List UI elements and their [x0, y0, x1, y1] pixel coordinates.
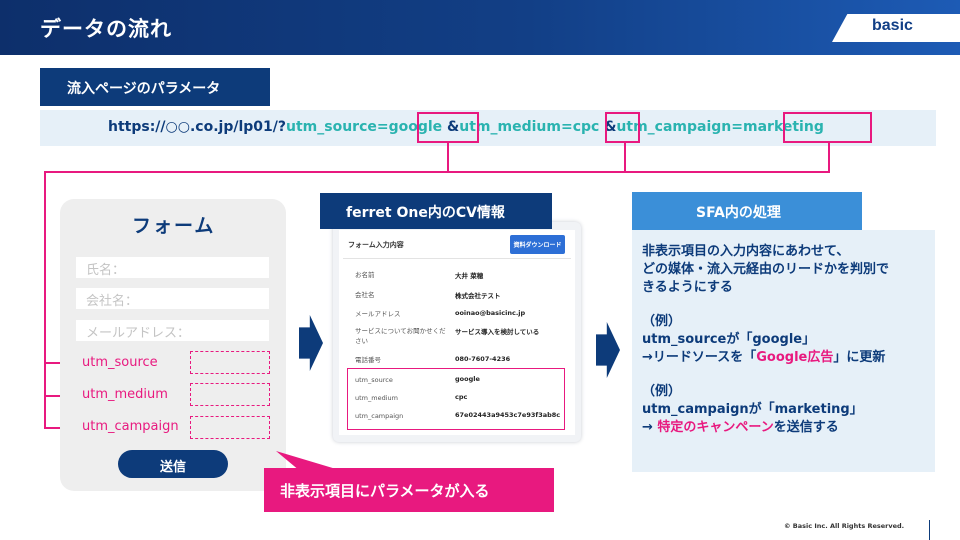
example-result-post: を送信する [773, 420, 839, 435]
field-label: サービスについてお聞かせください [355, 327, 446, 345]
sfa-description-line: きるようにする [642, 280, 733, 295]
highlight-source-value [417, 112, 479, 143]
sfa-description-line: 非表示項目の入力内容にあわせて、 [642, 244, 850, 259]
utm-field-label: utm_medium [355, 394, 398, 402]
ferret-screen-title: フォーム入力内容 [348, 241, 404, 249]
field-value: ooinao@basicinc.jp [455, 309, 526, 317]
highlight-medium-value [605, 112, 640, 143]
utm-field-value: google [455, 375, 480, 383]
utm-campaign-hidden-field[interactable] [190, 416, 270, 439]
utm-field-value: 67e02443a9453c7e93f3ab8c [455, 411, 561, 419]
field-label: お名前 [355, 271, 375, 279]
example-heading: （例） [642, 314, 682, 329]
brand-name: basic [872, 17, 913, 34]
param-key-source: utm_source= [286, 119, 389, 135]
utm-campaign-label: utm_campaign [82, 419, 179, 434]
flow-arrow-icon [299, 315, 323, 371]
field-value: 080-7607-4236 [455, 355, 511, 363]
example-result: → 特定のキャンペーンを送信する [642, 416, 839, 435]
flow-arrow-icon [596, 322, 620, 378]
utm-field-value: cpc [455, 393, 468, 401]
footer-divider [929, 520, 930, 540]
copyright-text: © Basic Inc. All Rights Reserved. [784, 522, 905, 530]
url-prefix: https://○○.co.jp/lp01/? [108, 119, 286, 135]
brand-logo: basic [832, 14, 960, 42]
highlight-campaign-value [783, 112, 872, 143]
connector-line [447, 143, 449, 172]
connector-line [44, 171, 830, 173]
field-label: メールアドレス [355, 310, 401, 318]
sfa-description-line: どの媒体・流入元経由のリードかを判別で [642, 262, 890, 277]
field-value: 大井 菜穂 [455, 272, 484, 280]
utm-medium-hidden-field[interactable] [190, 383, 270, 406]
header-bar: データの流れ basic [0, 0, 960, 55]
utm-field-label: utm_campaign [355, 412, 404, 420]
utm-source-hidden-field[interactable] [190, 351, 270, 374]
field-label: 会社名 [355, 291, 375, 299]
connector-line [828, 143, 830, 172]
page-title: データの流れ [40, 17, 172, 41]
email-field[interactable]: メールアドレス： [76, 320, 269, 341]
ferret-section-label: ferret One内のCV情報 [320, 193, 552, 229]
example-condition: utm_campaignが「marketing」 [642, 402, 863, 417]
example-result-post: 」に更新 [833, 350, 886, 365]
example-result: →リードソースを「Google広告」に更新 [642, 346, 885, 365]
utm-source-label: utm_source [82, 355, 158, 370]
submit-button[interactable]: 送信 [118, 450, 228, 478]
field-value: 株式会社テスト [455, 292, 501, 300]
utm-medium-label: utm_medium [82, 387, 168, 402]
params-section-label: 流入ページのパラメータ [40, 68, 270, 106]
example-result-highlight: Google広告 [756, 350, 834, 365]
hidden-field-callout: 非表示項目にパラメータが入る [264, 468, 554, 512]
form-card [60, 199, 286, 491]
field-label: 電話番号 [355, 356, 381, 364]
field-value: サービス導入を検討している [455, 328, 540, 336]
company-field[interactable]: 会社名： [76, 288, 269, 309]
example-result-pre: →リードソースを「 [642, 350, 757, 365]
download-button[interactable]: 資料ダウンロード [510, 235, 565, 254]
connector-line [624, 143, 626, 172]
example-result-highlight: 特定のキャンペーン [657, 420, 774, 435]
sfa-section-label: SFA内の処理 [632, 192, 862, 230]
param-value-medium: cpc [572, 119, 600, 135]
name-field[interactable]: 氏名： [76, 257, 269, 278]
example-condition: utm_sourceが「google」 [642, 332, 816, 347]
divider [343, 258, 571, 259]
form-title: フォーム [132, 215, 216, 237]
example-heading: （例） [642, 384, 682, 399]
connector-line [44, 171, 46, 429]
utm-field-label: utm_source [355, 376, 393, 384]
example-result-pre: → [642, 420, 658, 435]
